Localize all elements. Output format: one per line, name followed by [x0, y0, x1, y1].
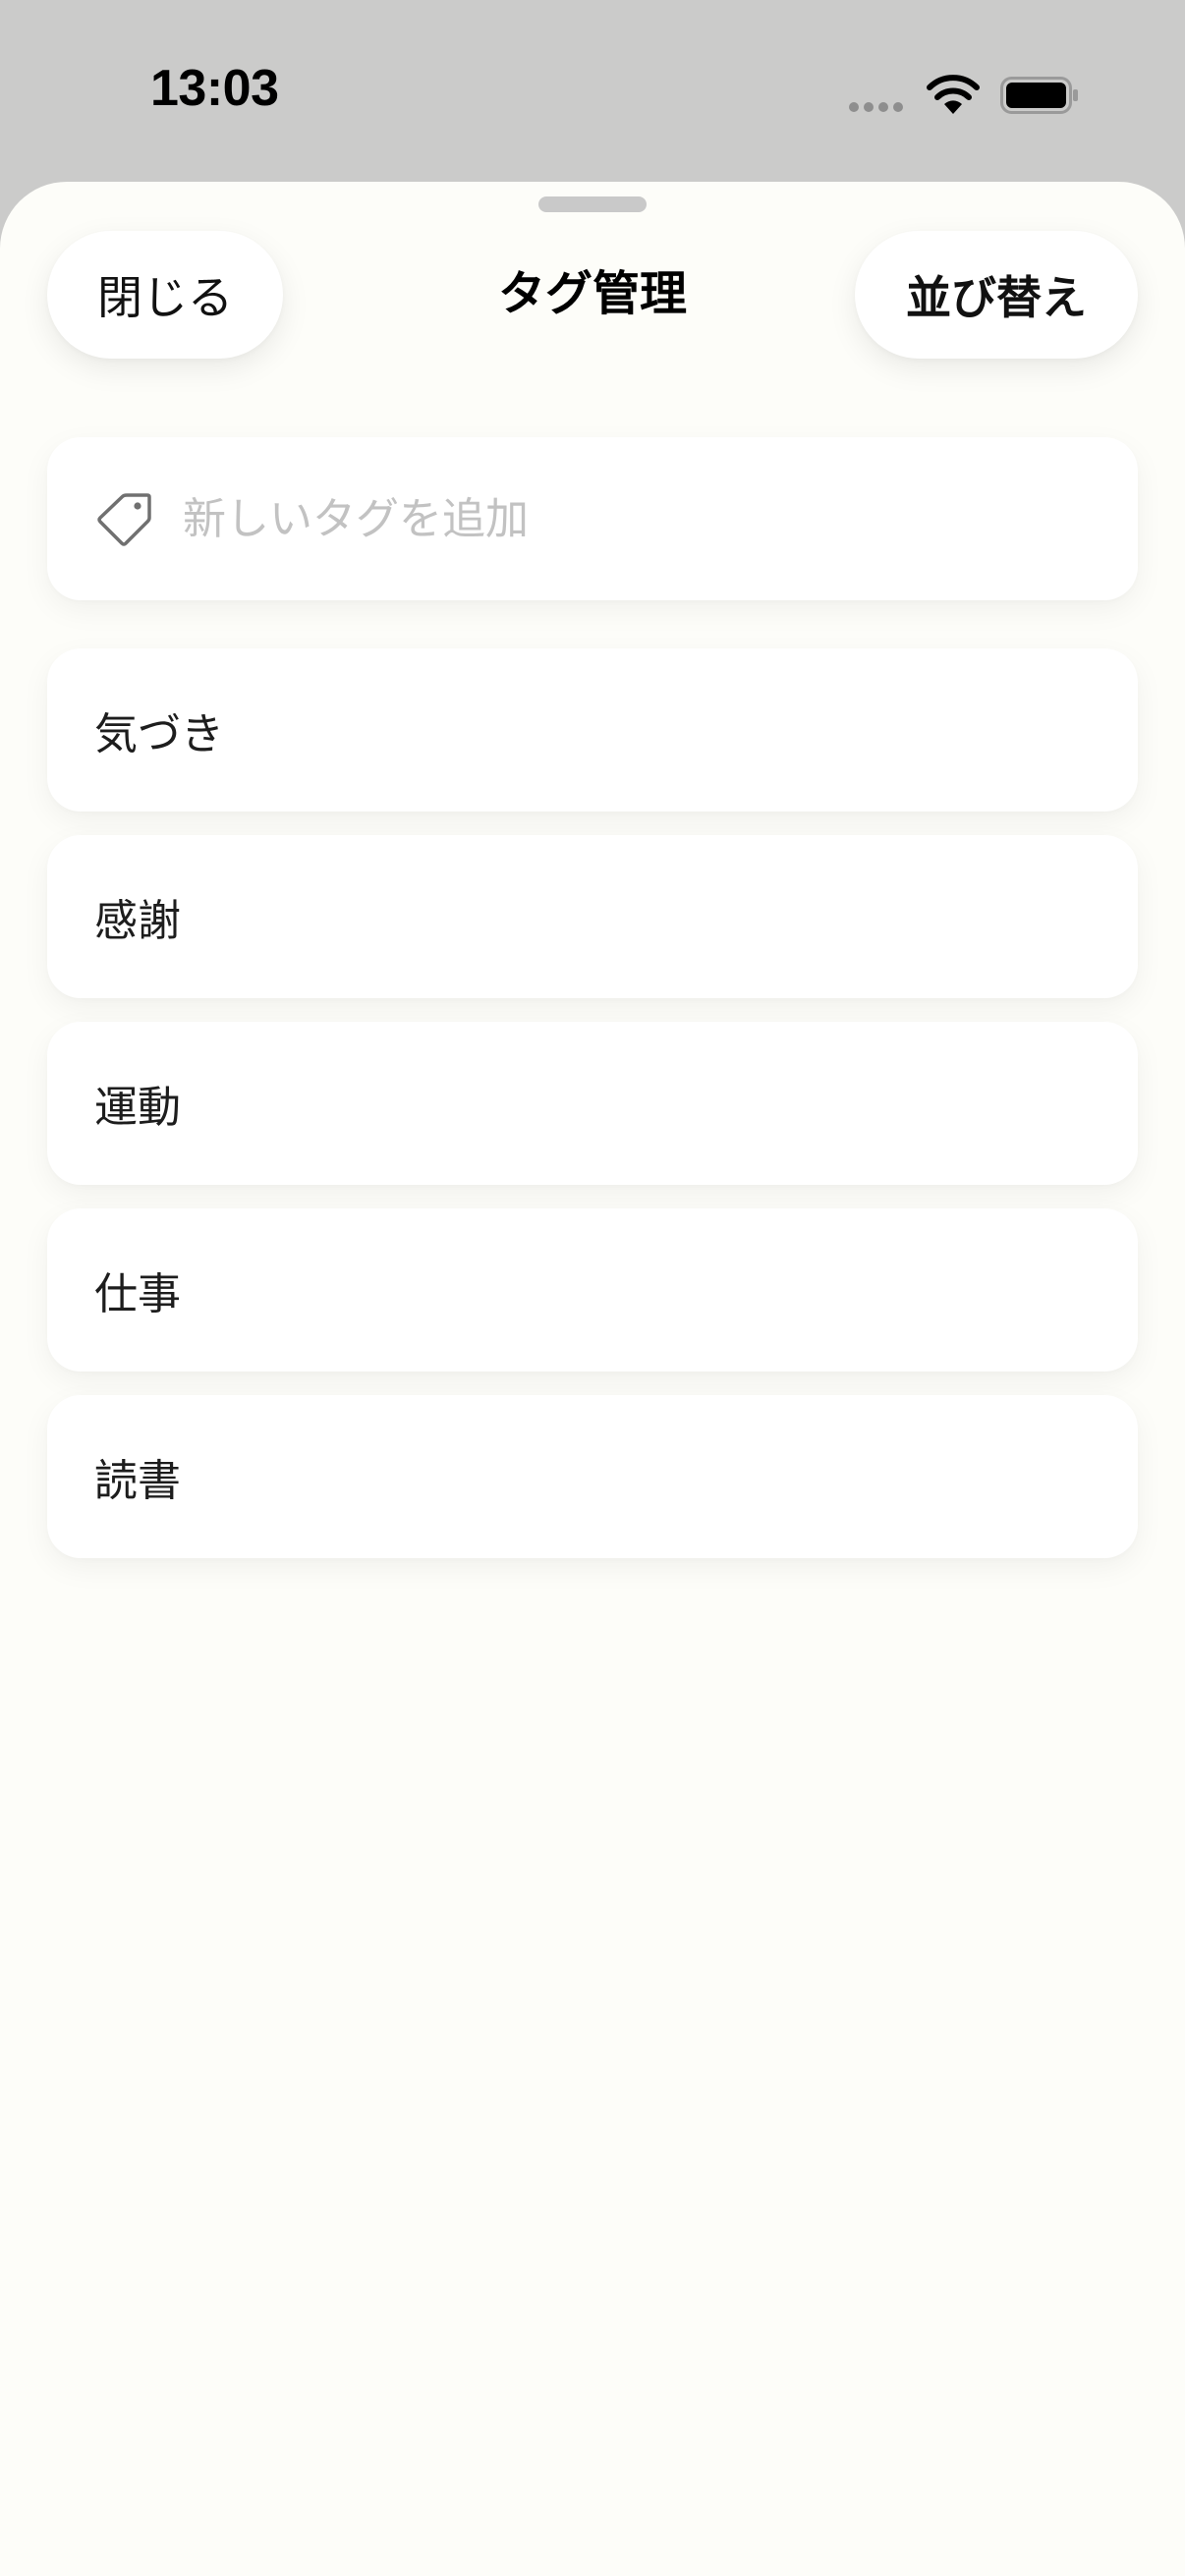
sheet-grabber[interactable] — [538, 196, 647, 212]
status-bar: 13:03 — [0, 0, 1185, 182]
tag-item-label: 感謝 — [94, 896, 181, 946]
battery-icon — [1000, 77, 1078, 114]
tag-item[interactable]: 気づき — [47, 648, 1138, 812]
tag-item-label: 気づき — [94, 709, 224, 759]
tag-item[interactable]: 運動 — [47, 1022, 1138, 1185]
tag-item[interactable]: 仕事 — [47, 1208, 1138, 1372]
wifi-icon — [927, 75, 980, 114]
sort-button[interactable]: 並び替え — [855, 231, 1138, 359]
cellular-signal-icon — [849, 102, 903, 112]
tag-item[interactable]: 感謝 — [47, 835, 1138, 998]
tag-management-sheet: 閉じる タグ管理 並び替え 気づき 感謝 運動 仕事 読書 — [0, 182, 1185, 2576]
tag-item[interactable]: 読書 — [47, 1395, 1138, 1558]
tag-item-label: 読書 — [94, 1456, 181, 1506]
tag-item-label: 運動 — [94, 1083, 181, 1133]
tag-icon — [97, 493, 151, 546]
tag-item-label: 仕事 — [94, 1269, 181, 1319]
add-tag-field[interactable] — [47, 437, 1138, 600]
status-time: 13:03 — [150, 60, 279, 117]
new-tag-input[interactable] — [183, 493, 1067, 544]
